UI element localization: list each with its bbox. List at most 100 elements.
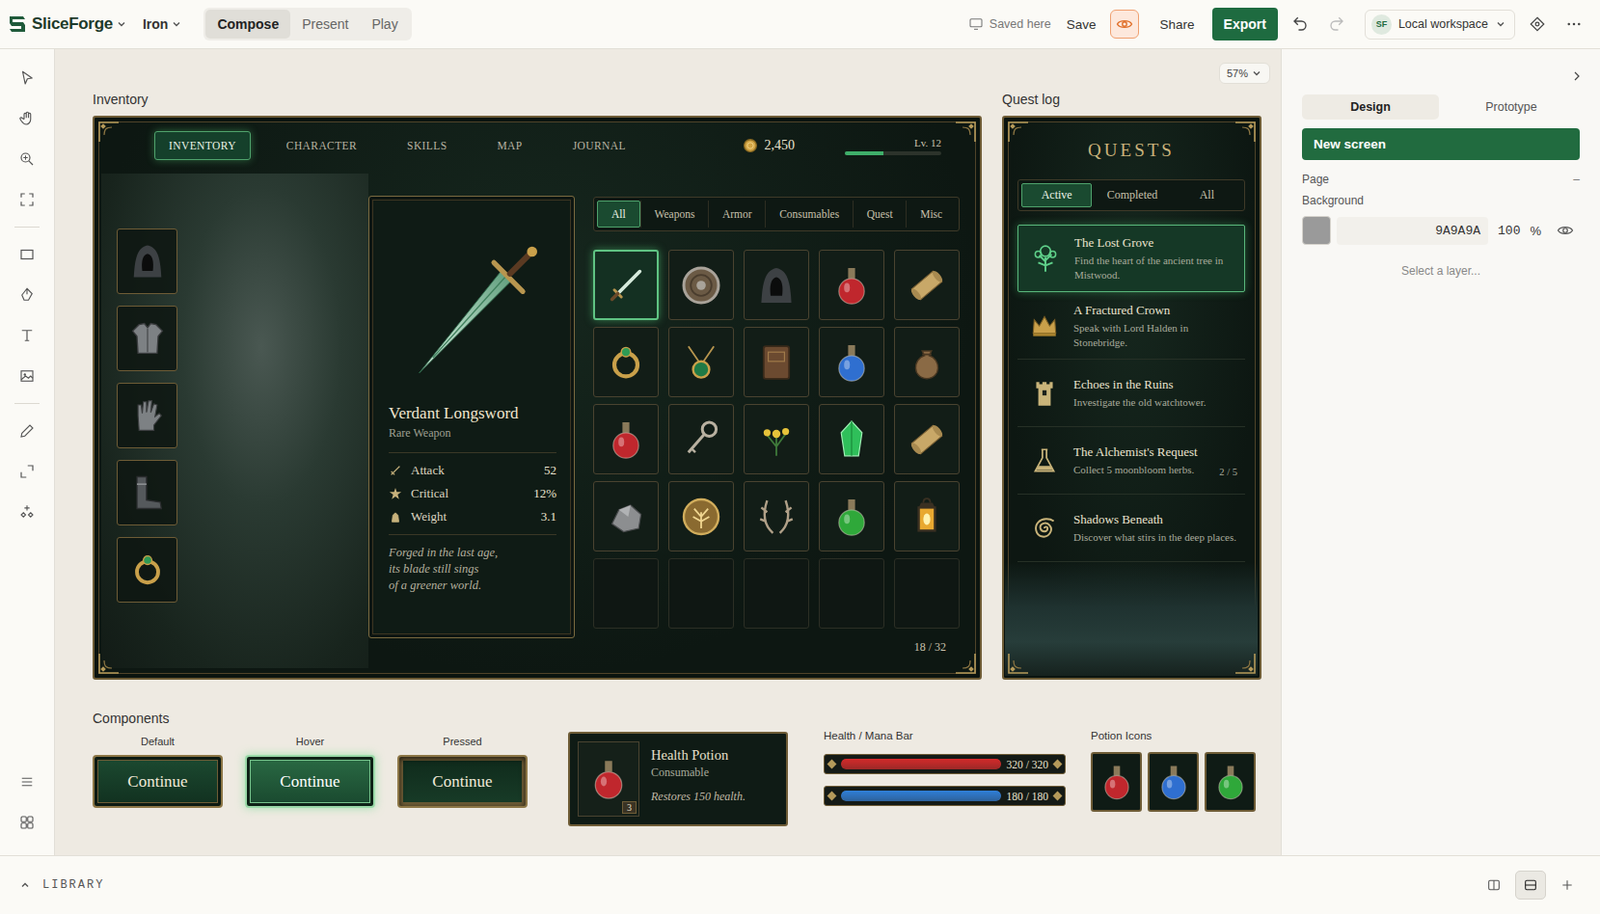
- inventory-slot[interactable]: [668, 326, 734, 398]
- undo-button[interactable]: [1285, 9, 1315, 39]
- opacity-input[interactable]: 100: [1493, 216, 1524, 245]
- inventory-slot[interactable]: [818, 404, 885, 475]
- quest-tab[interactable]: Active: [1021, 183, 1092, 208]
- quest-tab[interactable]: All: [1172, 183, 1242, 208]
- filter-tab[interactable]: Weapons: [640, 200, 708, 228]
- quest-tab[interactable]: Completed: [1097, 183, 1167, 208]
- inventory-slot[interactable]: [743, 481, 810, 552]
- tool-button[interactable]: [8, 182, 46, 217]
- inventory-slot[interactable]: [593, 326, 659, 398]
- tool-button[interactable]: [8, 494, 46, 530]
- game-nav-tab[interactable]: MAP: [482, 131, 537, 161]
- hex-input[interactable]: 9A9A9A: [1336, 216, 1489, 245]
- filter-tab[interactable]: All: [596, 200, 641, 228]
- tool-button[interactable]: [8, 237, 46, 272]
- tool-button[interactable]: [8, 277, 46, 313]
- equipment-slot[interactable]: [116, 228, 178, 295]
- filter-tab[interactable]: Consumables: [764, 200, 853, 228]
- inventory-slot[interactable]: [593, 249, 659, 321]
- new-screen-button[interactable]: New screen: [1301, 128, 1580, 161]
- continue-button[interactable]: Continue: [397, 755, 528, 809]
- collapse-button[interactable]: –: [1572, 172, 1580, 187]
- equipment-slot[interactable]: [116, 460, 178, 526]
- equipment-slot[interactable]: [116, 537, 178, 603]
- visibility-toggle[interactable]: [1550, 216, 1580, 245]
- export-button[interactable]: Export: [1212, 7, 1278, 41]
- workspace-menu[interactable]: SF Local workspace: [1364, 9, 1516, 40]
- quest-row[interactable]: The Alchemist's Request Collect 5 moonbl…: [1017, 427, 1246, 495]
- inventory-slot[interactable]: [743, 326, 810, 398]
- add-button[interactable]: [1551, 870, 1583, 900]
- redo-button[interactable]: [1322, 9, 1352, 39]
- panel-tab[interactable]: Prototype: [1442, 94, 1580, 120]
- inventory-slot[interactable]: [894, 326, 960, 398]
- view-button[interactable]: [1478, 870, 1510, 900]
- share-button[interactable]: Share: [1160, 17, 1195, 32]
- potion-tile[interactable]: [1204, 752, 1256, 813]
- inventory-slot[interactable]: [894, 249, 960, 321]
- quest-row[interactable]: A Fractured Crown Speak with Lord Halden…: [1017, 292, 1246, 360]
- inventory-slot[interactable]: [818, 249, 885, 321]
- tool-button[interactable]: [8, 318, 46, 353]
- inventory-slot[interactable]: [593, 404, 659, 475]
- collapse-panel-button[interactable]: [1562, 61, 1592, 91]
- inventory-slot[interactable]: [894, 404, 960, 475]
- item-card[interactable]: 3 Health Potion Consumable Restores 150 …: [568, 732, 788, 827]
- preview-toggle[interactable]: [1110, 9, 1139, 39]
- continue-button[interactable]: Continue: [244, 755, 376, 809]
- zoom-menu[interactable]: 57%: [1219, 62, 1271, 84]
- library-toggle[interactable]: LIBRARY: [19, 878, 105, 893]
- color-swatch[interactable]: [1301, 216, 1331, 245]
- game-nav-tab[interactable]: SKILLS: [392, 131, 462, 161]
- filter-tab[interactable]: Quest: [852, 200, 906, 228]
- inventory-slot[interactable]: [818, 326, 885, 398]
- tool-button[interactable]: [8, 101, 46, 136]
- inventory-artboard[interactable]: Inventory INVENTORYCHARACTERSKILLSMAPJOU…: [92, 91, 982, 680]
- tool-button[interactable]: [8, 358, 46, 394]
- save-button[interactable]: Save: [1066, 17, 1097, 32]
- layers-button[interactable]: [8, 764, 46, 800]
- inventory-slot[interactable]: [894, 481, 960, 552]
- inventory-slot[interactable]: [593, 558, 659, 629]
- logo-menu[interactable]: SliceForge: [5, 12, 128, 36]
- more-button[interactable]: [1559, 9, 1589, 39]
- view-button[interactable]: [1515, 870, 1546, 900]
- equipment-slot[interactable]: [116, 382, 178, 449]
- continue-button[interactable]: Continue: [92, 755, 223, 809]
- game-nav-tab[interactable]: JOURNAL: [558, 131, 641, 161]
- mode-tab[interactable]: Present: [290, 9, 360, 39]
- tool-button[interactable]: [8, 60, 46, 96]
- tool-button[interactable]: [8, 141, 46, 177]
- quest-log-artboard[interactable]: Quest log QUESTS ActiveCompletedAll The …: [1002, 91, 1262, 680]
- tool-button[interactable]: [8, 413, 46, 449]
- potion-tile[interactable]: [1147, 752, 1199, 813]
- game-nav-tab[interactable]: INVENTORY: [154, 131, 251, 161]
- inventory-slot[interactable]: [668, 481, 734, 552]
- quest-row[interactable]: The Lost Grove Find the heart of the anc…: [1017, 224, 1246, 293]
- quest-row[interactable]: Echoes in the Ruins Investigate the old …: [1017, 359, 1246, 428]
- mode-tab[interactable]: Play: [359, 9, 409, 39]
- equipment-slot[interactable]: [116, 305, 178, 372]
- inventory-slot[interactable]: [668, 558, 734, 629]
- mode-tab[interactable]: Compose: [205, 9, 291, 39]
- filter-tab[interactable]: Armor: [707, 200, 765, 228]
- inventory-slot[interactable]: [593, 481, 659, 552]
- inventory-slot[interactable]: [743, 249, 810, 321]
- canvas[interactable]: 57% Inventory INVENTORYCHARACTERSKILLSMA…: [54, 49, 1281, 856]
- inventory-slot[interactable]: [668, 404, 734, 475]
- inventory-slot[interactable]: [743, 404, 810, 475]
- inventory-slot[interactable]: [818, 481, 885, 552]
- components-button[interactable]: [1522, 9, 1552, 39]
- game-nav-tab[interactable]: CHARACTER: [271, 131, 372, 161]
- potion-tile[interactable]: [1090, 752, 1142, 813]
- theme-menu[interactable]: Iron: [142, 16, 183, 32]
- inventory-slot[interactable]: [818, 558, 885, 629]
- inventory-slot[interactable]: [894, 558, 960, 629]
- assets-button[interactable]: [8, 805, 46, 841]
- tool-button[interactable]: [8, 454, 46, 489]
- inventory-slot[interactable]: [668, 249, 734, 321]
- inventory-slot[interactable]: [743, 558, 810, 629]
- quest-row[interactable]: Shadows Beneath Discover what stirs in t…: [1017, 494, 1246, 563]
- filter-tab[interactable]: Misc: [905, 200, 956, 228]
- panel-tab[interactable]: Design: [1301, 94, 1439, 120]
